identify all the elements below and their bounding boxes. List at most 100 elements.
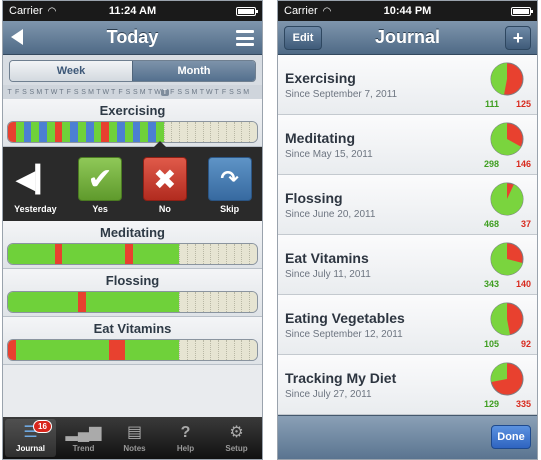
habit-day-cell bbox=[233, 292, 242, 312]
pie-slice-done bbox=[491, 63, 507, 95]
habit-day-cell bbox=[93, 122, 102, 142]
habit-day-cell bbox=[194, 340, 203, 360]
tab-help[interactable]: ? Help bbox=[160, 417, 211, 459]
rewind-icon: ◀▎ bbox=[15, 163, 56, 194]
edit-button[interactable]: Edit bbox=[284, 26, 322, 50]
tab-trend[interactable]: ▂▄▆ Trend bbox=[58, 417, 109, 459]
habit-card-flossing[interactable]: Flossing bbox=[3, 269, 262, 317]
habit-day-cell bbox=[179, 122, 188, 142]
habit-day-cell bbox=[179, 340, 188, 360]
habit-day-cell bbox=[70, 122, 79, 142]
skip-arrow-icon: ↷ bbox=[207, 157, 252, 201]
no-action[interactable]: ✖ No bbox=[141, 157, 189, 214]
habit-day-cell bbox=[39, 244, 48, 264]
habit-day-cell bbox=[101, 292, 110, 312]
habit-day-cell bbox=[249, 244, 257, 264]
week-segment[interactable]: Week bbox=[10, 61, 132, 81]
success-pie-chart bbox=[490, 182, 524, 216]
habit-name: Meditating bbox=[100, 225, 165, 240]
habit-day-cell bbox=[62, 244, 71, 264]
habit-card-exercising[interactable]: Exercising bbox=[3, 99, 262, 147]
habit-day-cell bbox=[116, 122, 125, 142]
journal-row[interactable]: Tracking My Diet Since July 27, 2011 129 33… bbox=[278, 355, 537, 415]
habit-day-cell bbox=[140, 292, 149, 312]
skip-action[interactable]: ↷ Skip bbox=[206, 157, 254, 214]
day-letter: T bbox=[7, 88, 12, 96]
habit-day-cell bbox=[116, 244, 125, 264]
yesterday-action[interactable]: ◀▎ Yesterday bbox=[11, 157, 59, 215]
habit-day-cell bbox=[218, 340, 226, 360]
habit-day-cell bbox=[93, 244, 102, 264]
habit-day-cell bbox=[148, 292, 156, 312]
journal-row[interactable]: Exercising Since September 7, 2011 111 125 bbox=[278, 55, 537, 115]
habit-day-cell bbox=[78, 244, 86, 264]
tab-journal[interactable]: ☰ 16 Journal bbox=[5, 419, 56, 457]
habit-card-meditating[interactable]: Meditating bbox=[3, 221, 262, 269]
tab-notes[interactable]: ▤ Notes bbox=[109, 417, 160, 459]
habit-day-cell bbox=[23, 244, 32, 264]
menu-icon[interactable] bbox=[236, 30, 254, 46]
day-letter: F bbox=[170, 88, 175, 96]
habit-day-cell bbox=[163, 244, 172, 264]
journal-row[interactable]: Eat Vitamins Since July 11, 2011 343 140 bbox=[278, 235, 537, 295]
cross-icon: ✖ bbox=[142, 157, 187, 201]
gear-icon: ⚙ bbox=[229, 423, 244, 441]
habit-day-cell bbox=[132, 244, 141, 264]
pie-slice-done bbox=[491, 363, 507, 382]
missed-count: 125 bbox=[515, 99, 531, 109]
day-letter: F bbox=[118, 88, 123, 96]
success-pie-chart bbox=[490, 362, 524, 396]
yesterday-label: Yesterday bbox=[14, 204, 57, 214]
day-letter: S bbox=[29, 88, 35, 96]
habit-progress-bar bbox=[7, 121, 258, 143]
day-letter: W bbox=[205, 88, 213, 96]
journal-row[interactable]: Flossing Since June 20, 2011 468 37 bbox=[278, 175, 537, 235]
habit-day-cell bbox=[171, 340, 180, 360]
journal-row[interactable]: Eating Vegetables Since September 12, 201… bbox=[278, 295, 537, 355]
habit-day-cell bbox=[15, 122, 24, 142]
habit-day-cell bbox=[186, 122, 195, 142]
page-title: Today bbox=[106, 27, 159, 47]
habit-day-cell bbox=[202, 292, 211, 312]
tab-setup[interactable]: ⚙ Setup bbox=[211, 417, 262, 459]
journal-row[interactable]: Meditating Since May 15, 2011 298 146 bbox=[278, 115, 537, 175]
yes-action[interactable]: ✔ Yes bbox=[76, 157, 124, 214]
nav-bar: Edit Journal + bbox=[278, 21, 537, 55]
month-segment[interactable]: Month bbox=[132, 61, 255, 81]
done-count: 298 bbox=[483, 159, 499, 169]
habit-day-cell bbox=[23, 292, 32, 312]
day-letter: T bbox=[161, 88, 169, 96]
habit-day-cell bbox=[109, 340, 118, 360]
habit-day-cell bbox=[101, 340, 110, 360]
habit-day-cell bbox=[155, 122, 164, 142]
add-habit-button[interactable]: + bbox=[505, 26, 531, 50]
day-letter: S bbox=[177, 88, 183, 96]
habit-day-cell bbox=[171, 122, 180, 142]
back-arrow-icon[interactable] bbox=[11, 29, 23, 45]
day-letter: W bbox=[154, 88, 161, 96]
habit-day-cell bbox=[15, 340, 24, 360]
success-pie-chart bbox=[490, 242, 524, 276]
day-letter: M bbox=[139, 88, 146, 96]
habit-day-cell bbox=[148, 122, 156, 142]
tab-label: Journal bbox=[16, 443, 45, 453]
habit-day-cell bbox=[241, 244, 250, 264]
habit-day-cell bbox=[31, 244, 40, 264]
bottom-toolbar: Done bbox=[278, 415, 537, 459]
day-letter: T bbox=[44, 88, 49, 96]
habit-day-cell bbox=[241, 122, 250, 142]
missed-count: 140 bbox=[515, 279, 531, 289]
habit-day-cell bbox=[186, 292, 195, 312]
habit-day-cell bbox=[78, 340, 86, 360]
habit-day-cell bbox=[31, 122, 40, 142]
habit-day-cell bbox=[194, 122, 203, 142]
habit-day-cell bbox=[148, 244, 156, 264]
habit-day-cell bbox=[78, 292, 86, 312]
habit-day-cell bbox=[124, 340, 133, 360]
habit-day-cell bbox=[54, 244, 63, 264]
habit-card-eat-vitamins[interactable]: Eat Vitamins bbox=[3, 317, 262, 365]
habit-day-cell bbox=[218, 292, 226, 312]
done-button[interactable]: Done bbox=[491, 425, 531, 449]
tab-label: Trend bbox=[72, 443, 95, 453]
page-title: Journal bbox=[374, 27, 440, 47]
